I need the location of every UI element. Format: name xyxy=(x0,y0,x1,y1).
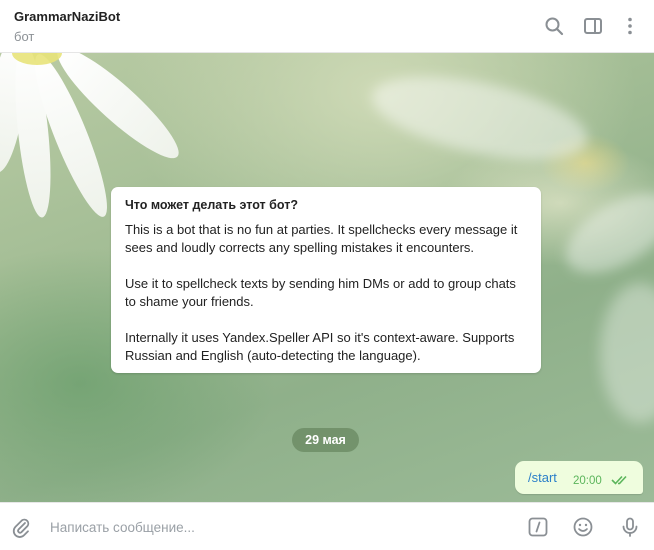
bot-commands-icon[interactable] xyxy=(527,516,549,538)
blurred-petal xyxy=(600,283,654,423)
search-icon[interactable] xyxy=(543,15,565,37)
bot-info-paragraph: This is a bot that is no fun at parties.… xyxy=(125,222,518,255)
message-input[interactable] xyxy=(50,515,490,539)
chat-subtitle: бот xyxy=(14,29,35,44)
emoji-icon[interactable] xyxy=(572,516,594,538)
more-vertical-icon[interactable] xyxy=(619,15,641,37)
message-text[interactable]: /start xyxy=(528,470,557,485)
blurred-petal xyxy=(365,60,595,176)
microphone-icon[interactable] xyxy=(619,516,641,538)
outgoing-message[interactable]: /start 20:00 xyxy=(515,461,643,494)
attach-icon[interactable] xyxy=(10,516,32,538)
bot-info-paragraph: Use it to spellcheck texts by sending hi… xyxy=(125,276,516,309)
message-time: 20:00 xyxy=(573,475,602,487)
bot-info-title: Что может делать этот бот? xyxy=(125,198,298,212)
chat-title[interactable]: GrammarNaziBot xyxy=(14,9,120,24)
double-check-icon xyxy=(611,474,631,486)
date-separator: 29 мая xyxy=(292,428,359,452)
blurred-petal xyxy=(553,177,654,289)
sidebar-toggle-icon[interactable] xyxy=(582,15,604,37)
message-composer xyxy=(0,502,654,550)
bot-info-paragraph: Internally it uses Yandex.Speller API so… xyxy=(125,330,515,363)
bot-info-card: Что может делать этот бот? This is a bot… xyxy=(111,187,541,373)
chat-header: GrammarNaziBot бот xyxy=(0,0,654,53)
